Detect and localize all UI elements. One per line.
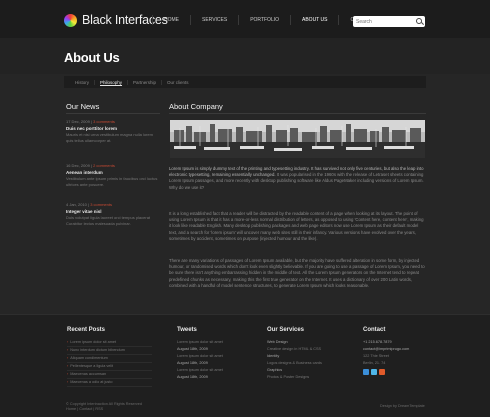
nav-home[interactable]: HOME — [152, 15, 190, 25]
search-icon[interactable] — [416, 18, 422, 24]
tweet-text[interactable]: Lorem ipsum dolor sit amet — [177, 353, 262, 360]
footer-links[interactable]: Home | Contact | RSS — [66, 407, 142, 412]
news-text: Vestibulum ante ipsum primis in faucibus… — [66, 176, 158, 187]
news-date: 17 Dec, 2009 | — [66, 119, 92, 124]
search-input[interactable] — [353, 18, 413, 25]
about-paragraph-3: There are many variations of passages of… — [169, 258, 425, 288]
news-text: Mauris et nisi urna vestibulum magna nul… — [66, 132, 153, 143]
copyright: © Copyright Interinaction All Rights Res… — [66, 402, 142, 412]
tweet-text[interactable]: Lorem ipsum dolor sit amet — [177, 339, 262, 346]
service-title[interactable]: Graphics — [267, 367, 352, 374]
harbor-photo — [170, 120, 425, 158]
subnav-history[interactable]: History — [70, 80, 94, 85]
header: Black Interfaces HOME SERVICES PORTFOLIO… — [0, 0, 490, 38]
news-item: 16 Dec, 2009 | 2 comments Aenean interdu… — [66, 163, 160, 188]
subnav-philosophy[interactable]: Philosophy — [94, 79, 127, 85]
contact-email[interactable]: contact@imprimiprugo.com — [363, 346, 448, 353]
news-date: 4 Jan, 2010 | — [66, 202, 90, 207]
service-desc: Photos & Poster Designs — [267, 375, 310, 379]
news-comments-link[interactable]: 3 comments — [93, 119, 115, 124]
recent-post-link[interactable]: › Lorem ipsum dolor sit amet — [67, 339, 152, 347]
footer-contact: Contact +1 215.678.7879 contact@imprimip… — [363, 327, 448, 375]
contact-city: Berlin, 21. 74 — [363, 361, 386, 365]
news-divider — [66, 113, 160, 114]
news-meta: 4 Jan, 2010 | 3 comments — [66, 202, 160, 207]
news-comments-link[interactable]: 3 comments — [90, 202, 112, 207]
footer-heading: Contact — [363, 327, 386, 333]
recent-post-link[interactable]: › Aliquam condimentum — [67, 355, 152, 363]
footer-tweets: Tweets Lorem ipsum dolor sit amet August… — [177, 327, 262, 381]
search-box — [353, 16, 425, 27]
about-heading: About Company — [169, 102, 223, 111]
footer-heading: Recent Posts — [67, 327, 106, 333]
tweet-date: August 18th, 2009 — [177, 375, 208, 379]
news-title[interactable]: Aenean interdum — [66, 170, 160, 175]
harbor-photo-image — [170, 120, 425, 158]
nav-about-us[interactable]: ABOUT US — [290, 15, 338, 25]
about-paragraph-1: Lorem Ipsum is simply dummy text of the … — [169, 166, 426, 191]
contact-address: 122 Thie Street — [363, 354, 389, 358]
recent-post-link[interactable]: › Maecenas accumsan — [67, 371, 152, 379]
service-desc: Creative design in HTML & CSS — [267, 347, 322, 351]
sub-nav: History Philosophy Partnership Our clien… — [64, 76, 426, 88]
nav-portfolio[interactable]: PORTFOLIO — [238, 15, 290, 25]
facebook-icon[interactable] — [363, 369, 369, 375]
recent-post-link[interactable]: › Nunc interdum dictum bibendum — [67, 347, 152, 355]
about-text: Why do we use it? — [169, 184, 205, 190]
about-paragraph-2: It is a long established fact that a rea… — [169, 211, 424, 241]
footer-services: Our Services Web Design Creative design … — [267, 327, 352, 381]
recent-post-link[interactable]: › Pellentesque a ligula velit — [67, 363, 152, 371]
service-title[interactable]: Identity — [267, 353, 352, 360]
news-title[interactable]: Integer vitae nisl — [66, 209, 160, 214]
news-date: 16 Dec, 2009 | — [66, 163, 92, 168]
footer-heading: Our Services — [267, 327, 305, 333]
design-credit[interactable]: Design by DreamTemplate — [380, 404, 425, 408]
footer-heading: Tweets — [177, 327, 197, 333]
news-meta: 16 Dec, 2009 | 2 comments — [66, 163, 160, 168]
news-comments-link[interactable]: 2 comments — [93, 163, 115, 168]
tweet-date: August 18th, 2009 — [177, 347, 208, 351]
footer-recent-posts: Recent Posts › Lorem ipsum dolor sit amet… — [67, 327, 152, 387]
news-heading: Our News — [66, 102, 100, 111]
tweet-text[interactable]: Lorem ipsum dolor sit amet — [177, 367, 262, 374]
news-title[interactable]: Duis nec porttitor lorem — [66, 126, 160, 131]
news-text: Duis volutpat ligula laoreet orci tempus… — [66, 215, 151, 226]
social-icons — [363, 369, 448, 375]
about-divider — [169, 113, 426, 114]
news-item: 4 Jan, 2010 | 3 comments Integer vitae n… — [66, 202, 160, 227]
nav-services[interactable]: SERVICES — [190, 15, 238, 25]
twitter-icon[interactable] — [371, 369, 377, 375]
page-title: About Us — [64, 50, 120, 65]
contact-phone: +1 215.678.7879 — [363, 340, 392, 344]
logo-icon — [64, 13, 77, 27]
subnav-our-clients[interactable]: Our clients — [161, 79, 194, 85]
news-item: 17 Dec, 2009 | 3 comments Duis nec portt… — [66, 119, 160, 144]
rss-icon[interactable] — [379, 369, 385, 375]
news-meta: 17 Dec, 2009 | 3 comments — [66, 119, 160, 124]
recent-post-link[interactable]: › Maecenas a odio at justo — [67, 379, 152, 387]
tweet-date: August 18th, 2009 — [177, 361, 208, 365]
service-title[interactable]: Web Design — [267, 339, 352, 346]
subnav-partnership[interactable]: Partnership — [127, 79, 161, 85]
service-desc: Logos designs & Business cards — [267, 361, 322, 365]
